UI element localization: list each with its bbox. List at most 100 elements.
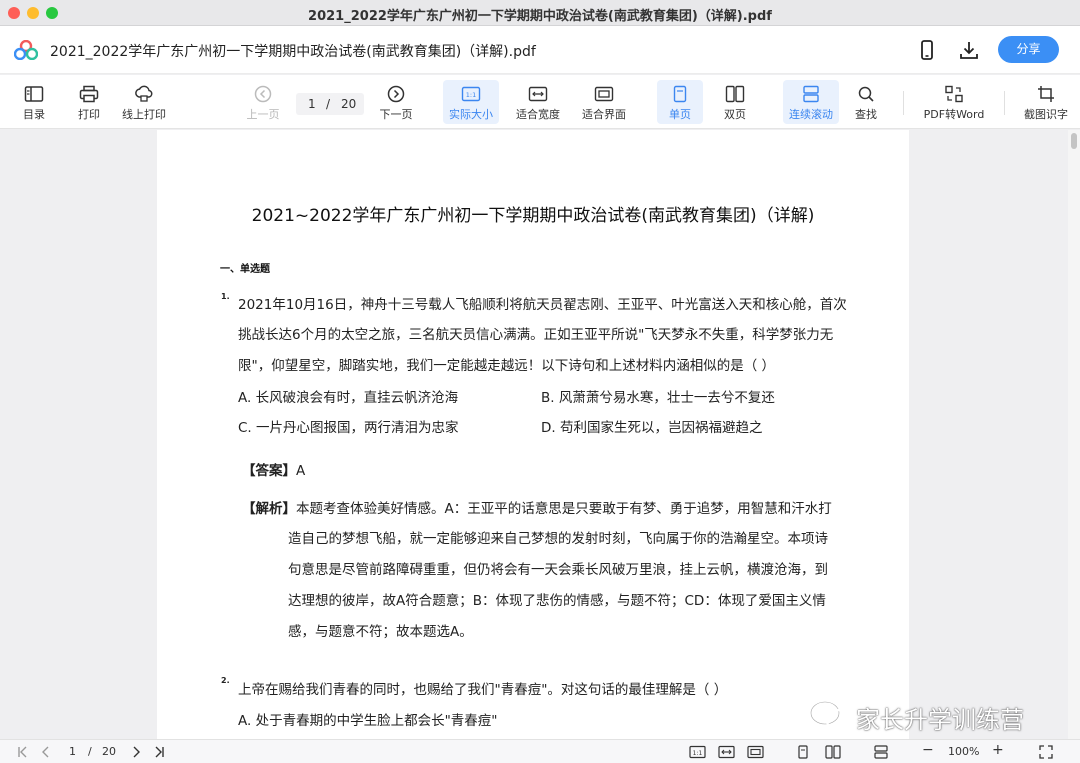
single-page-icon: [673, 85, 687, 103]
answer-label: 【答案】: [242, 463, 296, 479]
watermark: 家长升学训练营: [808, 700, 1024, 734]
fullscreen-icon[interactable]: [1039, 745, 1053, 759]
continuous-scroll-icon[interactable]: [873, 745, 889, 759]
pdf-to-word-button[interactable]: PDF转Word: [920, 80, 988, 124]
vertical-scrollbar[interactable]: [1068, 130, 1080, 739]
analysis-text: 造自己的梦想飞船，就一定能够迎来自己梦想的发射时刻，飞向属于你的浩瀚星空。本项诗: [288, 531, 828, 547]
analysis-label: 【解析】: [242, 501, 296, 517]
page-current: 1: [308, 97, 316, 111]
question-text-line: 挑战长达6个月的太空之旅，三名航天员信心满满。正如王亚平所说"飞天梦永不失重，科…: [238, 327, 834, 343]
document-title: 2021~2022学年广东广州初一下学期期中政治试卷(南武教育集团)（详解): [251, 206, 815, 226]
share-button[interactable]: 分享: [998, 36, 1059, 63]
prev-page-icon[interactable]: [39, 745, 53, 759]
toolbar-divider: [1004, 91, 1005, 115]
fit-width-label: 适合宽度: [516, 108, 560, 121]
document-name: 2021_2022学年广东广州初一下学期期中政治试卷(南武教育集团)（详解).p…: [50, 44, 536, 60]
single-page-button[interactable]: 单页: [657, 80, 703, 124]
status-page-separator: /: [88, 745, 92, 758]
fit-page-icon: [594, 86, 614, 102]
single-page-label: 单页: [669, 108, 691, 121]
option-b: B. 风萧萧兮易水寒，壮士一去兮不复还: [541, 390, 775, 406]
printer-icon: [79, 85, 99, 103]
svg-text:1:1: 1:1: [466, 91, 476, 99]
analysis-line: 【解析】本题考查体验美好情感。A：王亚平的话意思是只要敢于有梦、勇于追梦，用智慧…: [242, 497, 832, 517]
download-icon[interactable]: [958, 39, 980, 61]
question-number: 2.: [221, 676, 230, 685]
continuous-scroll-button[interactable]: 连续滚动: [783, 80, 839, 124]
toc-button[interactable]: 目录: [14, 80, 54, 124]
scrollbar-thumb[interactable]: [1071, 133, 1077, 149]
analysis-text: 本题考查体验美好情感。A：王亚平的话意思是只要敢于有梦、勇于追梦，用智慧和汗水打: [296, 501, 832, 517]
zoom-in-button[interactable]: +: [992, 742, 1004, 758]
question-number: 1.: [221, 292, 230, 301]
answer-value: A: [296, 463, 306, 479]
continuous-scroll-icon: [803, 85, 819, 103]
fit-width-icon[interactable]: [718, 745, 735, 759]
find-button[interactable]: 查找: [848, 80, 884, 124]
status-page-current[interactable]: 1: [69, 745, 76, 758]
actual-size-icon: 1:1: [461, 86, 481, 102]
option-c: C. 一片丹心图报国，两行清泪为忠家: [238, 420, 459, 436]
actual-size-button[interactable]: 1:1 实际大小: [443, 80, 499, 124]
double-page-button[interactable]: 双页: [714, 80, 756, 124]
ocr-label: 截图识字: [1024, 108, 1068, 121]
section-heading: 一、单选题: [220, 264, 270, 275]
page-separator: /: [326, 97, 331, 111]
app-header: 2021_2022学年广东广州初一下学期期中政治试卷(南武教育集团)（详解).p…: [0, 26, 1080, 74]
next-page-label: 下一页: [379, 108, 413, 121]
online-print-label: 线上打印: [122, 108, 166, 121]
window-titlebar: 2021_2022学年广东广州初一下学期期中政治试卷(南武教育集团)（详解).p…: [0, 0, 1080, 26]
page-number-input[interactable]: 1 / 20: [296, 93, 364, 115]
prev-page-button[interactable]: 上一页: [243, 80, 283, 124]
question-text-line: 上帝在赐给我们青春的同时，也赐给了我们"青春痘"。对这句话的最佳理解是（ ）: [238, 682, 728, 698]
phone-icon[interactable]: [916, 39, 938, 61]
convert-icon: [945, 85, 963, 103]
option-a: A. 处于青春期的中学生脸上都会长"青春痘": [238, 713, 498, 729]
next-page-button[interactable]: 下一页: [376, 80, 416, 124]
wechat-icon: [809, 700, 850, 730]
actual-size-icon[interactable]: 1:1: [689, 745, 706, 759]
fit-page-button[interactable]: 适合界面: [577, 80, 631, 124]
pdf-to-word-label: PDF转Word: [923, 108, 985, 121]
watermark-text: 家长升学训练营: [856, 706, 1024, 734]
option-d: D. 苟利国家生死以，岂因祸福避趋之: [541, 420, 763, 436]
page-total: 20: [341, 97, 357, 111]
last-page-icon[interactable]: [152, 745, 166, 759]
toolbar: 目录 打印 线上打印 上一页 1 / 20 下一页 1:1 实际大小 适合宽度 …: [0, 75, 1080, 129]
chevron-left-circle-icon: [254, 85, 272, 103]
question-text-line: 2021年10月16日，神舟十三号载人飞船顺利将航天员翟志刚、王亚平、叶光富送入…: [238, 297, 847, 313]
analysis-text: 达理想的彼岸，故A符合题意；B：体现了悲伤的情感，与题不符；CD：体现了爱国主义…: [288, 593, 826, 609]
status-page-total: 20: [102, 745, 116, 758]
analysis-text: 感，与题意不符；故本题选A。: [288, 624, 473, 640]
svg-text:1:1: 1:1: [693, 750, 703, 757]
find-label: 查找: [855, 108, 877, 121]
analysis-text: 句意思是尽管前路障碍重重，但仍将会有一天会乘长风破万里浪，挂上云帆，横渡沧海，到: [288, 562, 828, 578]
fit-page-label: 适合界面: [582, 108, 626, 121]
toc-icon: [24, 86, 44, 102]
double-page-icon[interactable]: [825, 745, 841, 759]
print-label: 打印: [78, 108, 100, 121]
fit-page-icon[interactable]: [747, 745, 764, 759]
window-title: 2021_2022学年广东广州初一下学期期中政治试卷(南武教育集团)（详解).p…: [308, 9, 772, 24]
double-page-icon: [725, 85, 745, 103]
double-page-label: 双页: [724, 108, 746, 121]
ocr-button[interactable]: 截图识字: [1018, 80, 1074, 124]
fit-width-button[interactable]: 适合宽度: [512, 80, 564, 124]
document-viewer[interactable]: 2021~2022学年广东广州初一下学期期中政治试卷(南武教育集团)（详解) 一…: [0, 130, 1080, 739]
next-page-icon[interactable]: [129, 745, 143, 759]
actual-size-label: 实际大小: [449, 108, 493, 121]
online-print-button[interactable]: 线上打印: [118, 80, 170, 124]
zoom-level[interactable]: 100%: [948, 745, 979, 758]
first-page-icon[interactable]: [16, 745, 30, 759]
prev-page-label: 上一页: [246, 108, 280, 121]
cloud-print-icon: [135, 85, 153, 102]
continuous-scroll-label: 连续滚动: [789, 108, 833, 121]
toc-label: 目录: [23, 108, 45, 121]
zoom-out-button[interactable]: −: [922, 742, 934, 758]
answer-line: 【答案】A: [242, 459, 305, 479]
option-a: A. 长风破浪会有时，直挂云帆济沧海: [238, 390, 459, 406]
single-page-icon[interactable]: [796, 745, 810, 759]
print-button[interactable]: 打印: [70, 80, 108, 124]
toolbar-divider: [903, 91, 904, 115]
crop-text-icon: [1038, 86, 1054, 102]
